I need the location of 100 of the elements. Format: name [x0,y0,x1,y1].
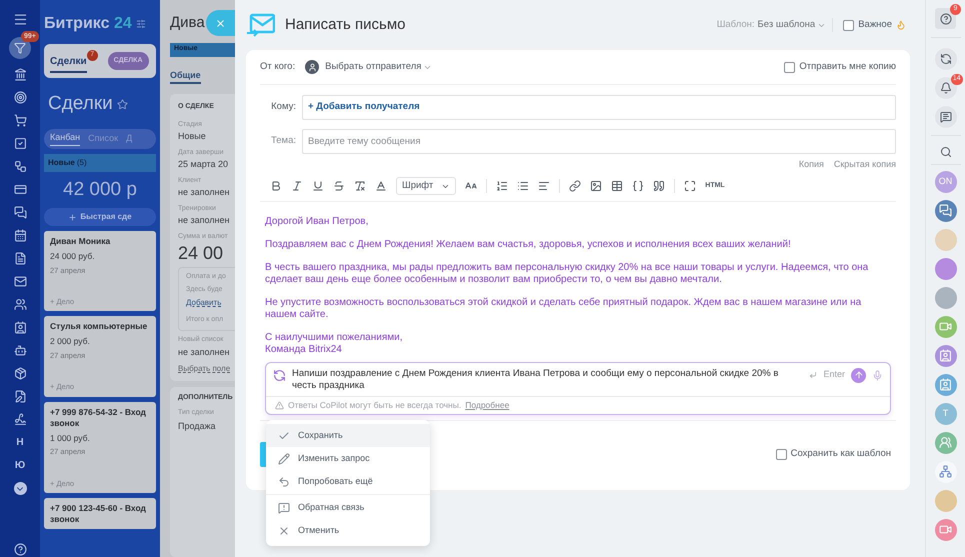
align-left-icon[interactable] [538,180,550,192]
quick-add-button[interactable]: Быстрая сде [44,208,156,226]
view-tab[interactable]: Канбан [50,131,80,146]
envelope-icon [246,13,275,37]
target-icon[interactable] [14,91,26,104]
template-label: Шаблон: [716,18,755,32]
numbered-list-icon[interactable] [496,180,508,192]
bcc-link[interactable]: Скрытая копия [834,158,896,172]
menu-item[interactable]: Попробовать ещё [266,470,430,493]
help-icon [940,12,952,24]
robot-icon[interactable] [14,344,26,357]
chat-icon[interactable] [14,206,26,219]
italic-icon[interactable] [291,180,303,192]
deal-price: 1 000 руб. [50,432,91,444]
contact-icon[interactable] [14,321,26,334]
deal-card[interactable]: +7 900 123-45-60 - Вход звонок [44,498,156,529]
copilot-icon [940,52,952,64]
chat-list-button[interactable] [934,106,956,128]
menu-item[interactable]: Обратная связь [266,496,430,519]
pencil-icon [278,452,290,464]
undo-icon [278,476,290,488]
people-icon[interactable] [14,298,26,311]
sender-dropdown[interactable]: Выбрать отправителя [325,60,432,74]
card-icon[interactable] [14,183,26,196]
text-color-icon[interactable] [375,180,387,192]
deal-price: 24 000 руб. [50,250,96,263]
column-count: (5) [76,156,87,168]
more-button[interactable] [14,482,26,495]
message-text: Не упустите возможность воспользоваться этой скидкой и сделать себе приятный подарок. Ждем вас в нашем магазине или на нашем сайте. [265,296,862,320]
box-icon[interactable] [14,367,26,380]
document-icon[interactable] [14,252,26,265]
deal-title: Диван Моника [50,236,112,247]
deal-title: +7 900 123-45-60 - Вход звонок [50,502,147,525]
building-icon[interactable] [14,68,26,81]
underline-icon[interactable] [312,180,324,192]
copilot-prompt[interactable]: Напиши поздравление с Днем Рождения клиента Ивана Петрова и сообщи ему о персональной скидке 20% в честь праздника [292,368,804,392]
amount-value: 24 00 [178,243,224,263]
contact-card-icon [939,349,952,362]
add-link[interactable]: Добавить [186,297,222,309]
clear-format-icon[interactable] [354,180,366,192]
enter-hint: Enter [823,368,845,380]
edit-document-icon[interactable] [14,390,26,403]
flow-icon[interactable] [14,160,26,173]
bold-icon[interactable] [270,180,282,192]
nav-letter-item[interactable]: Н [16,435,24,450]
subject-field[interactable]: Введите тему сообщения [302,129,896,154]
font-dropdown[interactable]: Шрифт [396,177,456,195]
diagram-button[interactable] [934,460,956,482]
menu-item[interactable]: Изменить запрос [266,447,430,470]
table-icon[interactable] [611,180,624,192]
column-total: 42 000 р [62,178,138,202]
template-dropdown[interactable]: Без шаблона [758,18,826,32]
sliders-icon[interactable] [136,19,146,29]
contact-card-icon [939,378,952,391]
menu-item[interactable]: Отменить [266,519,430,542]
select-field-link[interactable]: Выбрать поле [178,362,235,374]
message-text: Дорогой Иван Петров, [265,216,370,228]
filter-button[interactable] [9,37,31,59]
bell-icon [940,82,952,94]
deal-title: Стулья компьютерные [50,321,148,332]
strikethrough-icon[interactable] [333,180,345,192]
message-text: Команда Bitrix24 [265,344,343,356]
group-chat-button[interactable] [934,200,956,222]
tab[interactable]: Сделки [50,54,87,72]
cart-icon[interactable] [14,114,26,127]
copy-checkbox[interactable] [784,62,796,72]
from-label: От кого: [260,60,296,74]
template-checkbox[interactable] [776,448,787,460]
help-icon[interactable] [14,543,26,556]
code-icon[interactable] [632,180,644,192]
menu-icon[interactable] [12,12,28,27]
link-icon[interactable] [569,180,582,192]
image-icon[interactable] [590,180,602,192]
contact-card-button[interactable] [934,344,956,366]
nav-letter-item[interactable]: Ю [14,458,26,473]
arrow-up-icon [854,370,864,380]
app-logo[interactable]: Битрикс 24 [44,12,132,36]
fullscreen-icon[interactable] [684,180,696,192]
recipient-field[interactable]: + Добавить получателя [302,95,896,120]
send-button[interactable] [851,368,866,382]
warning-icon [275,400,284,410]
important-checkbox[interactable] [843,20,854,30]
mail-icon[interactable] [14,275,26,288]
checkbox-icon[interactable] [14,137,26,150]
search-icon[interactable] [940,146,952,158]
copilot-button[interactable] [934,48,956,70]
signature-icon[interactable] [14,413,26,426]
menu-item[interactable]: Сохранить [266,424,430,447]
calendar-icon[interactable] [14,229,26,242]
quote-icon[interactable] [653,180,666,192]
star-icon[interactable] [116,98,128,110]
field-value: Продажа [178,420,217,433]
chat-list-icon [940,110,952,122]
cc-link[interactable]: Копия [798,158,824,172]
add-recipient-link[interactable]: + Добавить получателя [308,100,420,115]
deal-title: +7 999 876-54-32 - Вход звонок [50,406,147,428]
tab[interactable]: Общие [170,68,201,84]
close-icon [278,524,290,536]
to-label: Кому: [270,100,296,114]
more-link[interactable]: Подробнее [465,398,510,412]
